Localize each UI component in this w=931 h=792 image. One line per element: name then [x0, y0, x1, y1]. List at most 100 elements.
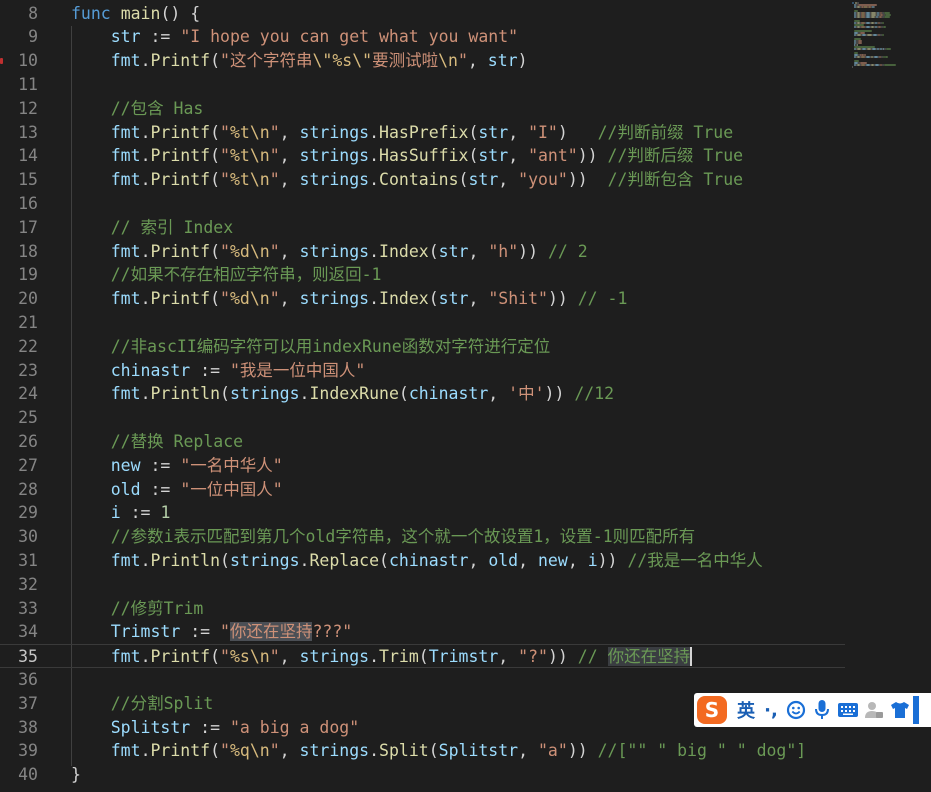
code-text[interactable]: Trimstr := "你还在坚持???" [71, 620, 352, 644]
code-text[interactable]: //非ascII编码字符可以用indexRune函数对字符进行定位 [71, 335, 550, 359]
line-number[interactable]: 9 [0, 25, 38, 49]
line-number[interactable]: 16 [0, 192, 38, 216]
line-number[interactable]: 29 [0, 501, 38, 525]
line-number[interactable]: 17 [0, 216, 38, 240]
code-text[interactable]: fmt.Println(strings.Replace(chinastr, ol… [71, 549, 763, 573]
line-number[interactable]: 21 [0, 311, 38, 335]
code-line[interactable]: 13 fmt.Printf("%t\n", strings.HasPrefix(… [0, 121, 845, 145]
code-line[interactable]: 22 //非ascII编码字符可以用indexRune函数对字符进行定位 [0, 335, 845, 359]
code-line[interactable]: 18 fmt.Printf("%d\n", strings.Index(str,… [0, 240, 845, 264]
code-line[interactable]: 35 fmt.Printf("%s\n", strings.Trim(Trims… [0, 644, 845, 668]
code-text[interactable]: i := 1 [71, 501, 171, 525]
ime-toolbar[interactable]: S 英 ·, [694, 693, 931, 727]
line-number[interactable]: 15 [0, 168, 38, 192]
code-text[interactable]: fmt.Printf("%t\n", strings.HasPrefix(str… [71, 121, 733, 145]
code-text[interactable]: fmt.Printf("%d\n", strings.Index(str, "S… [71, 287, 628, 311]
user-icon[interactable] [861, 696, 887, 724]
code-line[interactable]: 25 [0, 406, 845, 430]
ime-punctuation-toggle[interactable]: ·, [759, 696, 783, 724]
code-line[interactable]: 32 [0, 573, 845, 597]
code-text[interactable]: fmt.Printf("%q\n", strings.Split(Splitst… [71, 739, 807, 763]
code-line[interactable]: 12 //包含 Has [0, 97, 845, 121]
code-text[interactable]: //包含 Has [71, 97, 204, 121]
code-text[interactable]: //如果不存在相应字符串，则返回-1 [71, 263, 382, 287]
minimap[interactable] [848, 0, 931, 70]
line-number[interactable]: 35 [0, 645, 38, 669]
line-number[interactable]: 8 [0, 2, 38, 26]
line-number[interactable]: 14 [0, 144, 38, 168]
code-text[interactable]: //分割Split [71, 692, 214, 716]
line-number[interactable]: 10 [0, 49, 38, 73]
ime-language-toggle[interactable]: 英 [733, 696, 759, 724]
code-line[interactable]: 27 new := "一名中华人" [0, 454, 845, 478]
line-number[interactable]: 27 [0, 454, 38, 478]
code-line[interactable]: 28 old := "一位中国人" [0, 478, 845, 502]
line-number[interactable]: 25 [0, 406, 38, 430]
line-number[interactable]: 13 [0, 121, 38, 145]
code-line[interactable]: 26 //替换 Replace [0, 430, 845, 454]
code-text[interactable]: old := "一位中国人" [71, 478, 283, 502]
line-number[interactable]: 24 [0, 382, 38, 406]
code-line[interactable]: 34 Trimstr := "你还在坚持???" [0, 620, 845, 644]
code-line[interactable]: 8 func main() { [0, 2, 845, 26]
code-text[interactable]: chinastr := "我是一位中国人" [71, 359, 366, 383]
code-line[interactable]: 39 fmt.Printf("%q\n", strings.Split(Spli… [0, 739, 845, 763]
line-number[interactable]: 28 [0, 478, 38, 502]
code-line[interactable]: 20 fmt.Printf("%d\n", strings.Index(str,… [0, 287, 845, 311]
line-number[interactable]: 33 [0, 597, 38, 621]
code-text[interactable]: fmt.Println(strings.IndexRune(chinastr, … [71, 382, 614, 406]
line-number[interactable]: 32 [0, 573, 38, 597]
line-number[interactable]: 23 [0, 359, 38, 383]
line-number[interactable]: 20 [0, 287, 38, 311]
microphone-icon[interactable] [809, 696, 835, 724]
code-text[interactable]: //替换 Replace [71, 430, 243, 454]
code-text[interactable]: fmt.Printf("%s\n", strings.Trim(Trimstr,… [71, 645, 693, 669]
line-number[interactable]: 34 [0, 620, 38, 644]
sogou-logo-icon[interactable]: S [697, 696, 727, 724]
line-number[interactable]: 37 [0, 692, 38, 716]
code-line[interactable]: 19 //如果不存在相应字符串，则返回-1 [0, 263, 845, 287]
line-number[interactable]: 30 [0, 525, 38, 549]
keyboard-icon[interactable] [835, 696, 861, 724]
code-editor[interactable]: 8 func main() {9 str := "I hope you can g… [0, 0, 931, 792]
code-text[interactable]: new := "一名中华人" [71, 454, 283, 478]
code-text[interactable]: } [71, 763, 81, 787]
line-number[interactable]: 12 [0, 97, 38, 121]
code-text[interactable]: Splitstr := "a big a dog" [71, 716, 359, 740]
code-line[interactable]: 36 [0, 668, 845, 692]
toolbar-overflow-icon[interactable] [913, 696, 919, 724]
code-line[interactable]: 24 fmt.Println(strings.IndexRune(chinast… [0, 382, 845, 406]
code-line[interactable]: 14 fmt.Printf("%t\n", strings.HasSuffix(… [0, 144, 845, 168]
line-number[interactable]: 26 [0, 430, 38, 454]
code-text[interactable]: //参数i表示匹配到第几个old字符串，这个就一个故设置1，设置-1则匹配所有 [71, 525, 695, 549]
line-number[interactable]: 19 [0, 263, 38, 287]
code-line[interactable]: 33 //修剪Trim [0, 597, 845, 621]
code-text[interactable]: fmt.Printf("%t\n", strings.Contains(str,… [71, 168, 743, 192]
code-line[interactable]: 16 [0, 192, 845, 216]
code-text[interactable]: fmt.Printf("%t\n", strings.HasSuffix(str… [71, 144, 743, 168]
code-text[interactable]: fmt.Printf("%d\n", strings.Index(str, "h… [71, 240, 588, 264]
code-line[interactable]: 10 fmt.Printf("这个字符串\"%s\"要测试啦\n", str) [0, 49, 845, 73]
line-number[interactable]: 36 [0, 668, 38, 692]
line-number[interactable]: 38 [0, 716, 38, 740]
code-line[interactable]: 31 fmt.Println(strings.Replace(chinastr,… [0, 549, 845, 573]
code-line[interactable]: 9 str := "I hope you can get what you wa… [0, 25, 845, 49]
line-number[interactable]: 39 [0, 739, 38, 763]
code-text[interactable]: func main() { [71, 2, 200, 26]
code-line[interactable]: 17 // 索引 Index [0, 216, 845, 240]
code-line[interactable]: 11 [0, 73, 845, 97]
line-number[interactable]: 11 [0, 73, 38, 97]
line-number[interactable]: 31 [0, 549, 38, 573]
skin-icon[interactable] [887, 696, 913, 724]
line-number[interactable]: 18 [0, 240, 38, 264]
code-line[interactable]: 21 [0, 311, 845, 335]
emoji-icon[interactable] [783, 696, 809, 724]
line-number[interactable]: 22 [0, 335, 38, 359]
code-line[interactable]: 40} [0, 763, 845, 787]
code-text[interactable]: // 索引 Index [71, 216, 233, 240]
code-line[interactable]: 23 chinastr := "我是一位中国人" [0, 359, 845, 383]
code-line[interactable]: 29 i := 1 [0, 501, 845, 525]
code-text[interactable]: //修剪Trim [71, 597, 204, 621]
code-text[interactable]: fmt.Printf("这个字符串\"%s\"要测试啦\n", str) [71, 49, 528, 73]
code-line[interactable]: 30 //参数i表示匹配到第几个old字符串，这个就一个故设置1，设置-1则匹配… [0, 525, 845, 549]
